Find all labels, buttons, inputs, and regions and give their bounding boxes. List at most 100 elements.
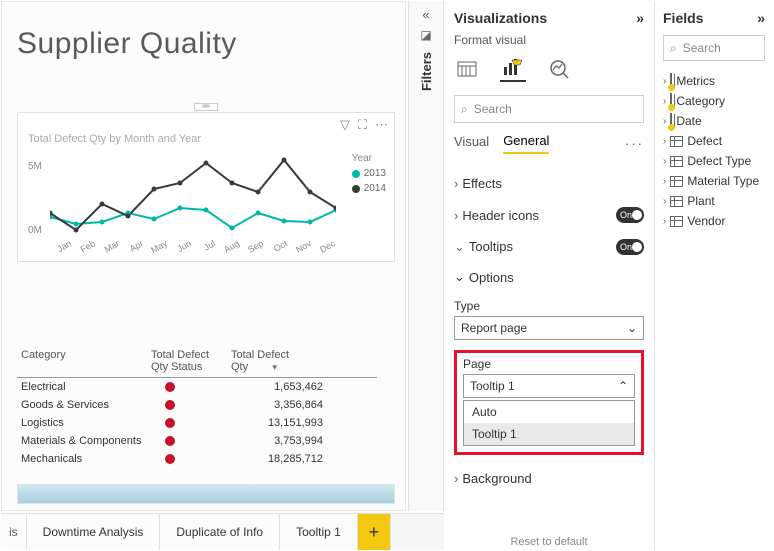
- x-tick: Jan: [49, 238, 73, 258]
- chart-legend: Year 2013 2014: [352, 153, 386, 198]
- format-visual-label: Format visual: [454, 33, 644, 47]
- status-dot-icon: [165, 400, 175, 410]
- page-label: Page: [463, 357, 635, 371]
- chevron-right-icon: ›: [663, 136, 666, 147]
- x-tick: Jul: [193, 238, 217, 258]
- search-icon: ⌕: [461, 102, 468, 117]
- legend-item[interactable]: 2013: [352, 168, 386, 179]
- page-tabs: is Downtime Analysis Duplicate of Info T…: [1, 513, 481, 550]
- chevron-right-icon: ›: [663, 116, 666, 127]
- chevron-down-icon: ⌄: [454, 269, 465, 285]
- table-icon: [670, 216, 683, 227]
- effects-group[interactable]: ›Effects: [454, 168, 644, 199]
- tooltips-group[interactable]: ⌄Tooltips On: [454, 231, 644, 263]
- table-row[interactable]: Materials & Components3,753,994: [17, 432, 377, 450]
- column-header-qty[interactable]: Total DefectQty▾: [227, 347, 327, 377]
- table-icon: [670, 176, 683, 187]
- page-title: Supplier Quality: [2, 2, 405, 61]
- column-header-category[interactable]: Category: [17, 347, 147, 377]
- series-2014-line: [50, 160, 336, 230]
- filter-icon[interactable]: ▽: [340, 117, 350, 133]
- table-icon: [670, 156, 683, 167]
- chevron-right-icon: ›: [663, 96, 666, 107]
- add-page-button[interactable]: +: [358, 514, 391, 550]
- visual-drag-handle[interactable]: ═: [194, 103, 218, 111]
- legend-item[interactable]: 2014: [352, 183, 386, 194]
- table-icon: [670, 196, 683, 207]
- collapse-fields-icon[interactable]: »: [757, 10, 765, 26]
- page-tab[interactable]: Tooltip 1: [280, 514, 358, 550]
- chevron-right-icon: ›: [663, 196, 666, 207]
- visualizations-panel: Visualizations » Format visual ⌕ Search …: [444, 1, 655, 550]
- more-options-icon[interactable]: ···: [625, 136, 644, 151]
- chevron-right-icon: ›: [454, 176, 458, 191]
- search-icon: ⌕: [670, 41, 677, 56]
- table-row[interactable]: Mechanicals18,285,712: [17, 450, 377, 468]
- filters-panel-collapsed[interactable]: « ◪ Filters: [408, 1, 444, 511]
- header-icons-group[interactable]: ›Header icons On: [454, 199, 644, 231]
- fields-search-input[interactable]: ⌕ Search: [663, 35, 765, 61]
- more-options-icon[interactable]: ⋯: [375, 117, 388, 133]
- format-search-input[interactable]: ⌕ Search: [454, 95, 644, 123]
- focus-mode-icon[interactable]: ⛶: [358, 117, 367, 133]
- background-group[interactable]: ›Background: [454, 463, 644, 494]
- chevron-right-icon: ›: [663, 216, 666, 227]
- chevron-right-icon: ›: [454, 471, 458, 486]
- dropdown-option-tooltip1[interactable]: Tooltip 1: [464, 423, 634, 445]
- table-row[interactable]: Electrical1,653,462: [17, 378, 377, 396]
- page-tab[interactable]: Downtime Analysis: [27, 514, 161, 550]
- page-dropdown-highlight: Page Tooltip 1⌃ Auto Tooltip 1: [454, 350, 644, 455]
- tooltip-page-options-list: Auto Tooltip 1: [463, 400, 635, 446]
- column-header-status[interactable]: Total DefectQty Status: [147, 347, 227, 377]
- field-table-metrics[interactable]: ›Metrics: [663, 71, 765, 91]
- table-visual[interactable]: Category Total DefectQty Status Total De…: [17, 347, 377, 468]
- x-tick: Mar: [97, 238, 121, 258]
- page-tab[interactable]: is: [1, 514, 27, 550]
- expand-filters-icon[interactable]: «: [409, 7, 443, 22]
- table-row[interactable]: Logistics13,151,993: [17, 414, 377, 432]
- status-dot-icon: [165, 454, 175, 464]
- header-icons-toggle[interactable]: On: [616, 207, 644, 223]
- table-row[interactable]: Goods & Services3,356,864: [17, 396, 377, 414]
- field-table-defect[interactable]: ›Defect: [663, 131, 765, 151]
- field-table-material-type[interactable]: ›Material Type: [663, 171, 765, 191]
- fields-panel: Fields » ⌕ Search ›Metrics ›Category ›Da…: [655, 1, 773, 550]
- report-canvas[interactable]: Supplier Quality ═ ▽ ⛶ ⋯ Total Defect Qt…: [1, 1, 406, 511]
- table-icon: [670, 136, 683, 147]
- tooltip-page-dropdown[interactable]: Tooltip 1⌃: [463, 374, 635, 398]
- type-label: Type: [454, 299, 644, 313]
- x-tick: May: [145, 238, 169, 258]
- x-tick: Jun: [169, 238, 193, 258]
- field-table-vendor[interactable]: ›Vendor: [663, 211, 765, 231]
- field-table-plant[interactable]: ›Plant: [663, 191, 765, 211]
- chevron-up-icon: ⌃: [618, 379, 628, 393]
- build-visual-tab[interactable]: [454, 56, 480, 82]
- sub-tab-general[interactable]: General: [503, 133, 549, 154]
- x-tick: Aug: [217, 238, 241, 258]
- chevron-right-icon: ›: [663, 156, 666, 167]
- analytics-tab[interactable]: [546, 56, 572, 82]
- collapse-viz-icon[interactable]: »: [636, 10, 644, 26]
- tooltip-options-group[interactable]: ⌄Options: [454, 263, 644, 293]
- field-table-category[interactable]: ›Category: [663, 91, 765, 111]
- filters-icon: ◪: [409, 28, 443, 42]
- y-tick: 5M: [28, 161, 42, 172]
- y-tick: 0M: [28, 225, 42, 236]
- x-tick: Dec: [313, 238, 337, 258]
- dropdown-option-auto[interactable]: Auto: [464, 401, 634, 423]
- field-table-defect-type[interactable]: ›Defect Type: [663, 151, 765, 171]
- series-2013-line: [50, 208, 336, 228]
- x-tick: Nov: [289, 238, 313, 258]
- line-chart-visual[interactable]: ═ ▽ ⛶ ⋯ Total Defect Qty by Month and Ye…: [17, 112, 395, 262]
- map-visual[interactable]: [17, 484, 395, 504]
- tooltips-toggle[interactable]: On: [616, 239, 644, 255]
- reset-to-default-button[interactable]: Reset to default: [510, 536, 587, 548]
- field-table-date[interactable]: ›Date: [663, 111, 765, 131]
- page-tab[interactable]: Duplicate of Info: [160, 514, 280, 550]
- sub-tab-visual[interactable]: Visual: [454, 134, 489, 153]
- tooltip-type-dropdown[interactable]: Report page⌄: [454, 316, 644, 340]
- chevron-down-icon: ⌄: [627, 321, 637, 335]
- filters-label: Filters: [419, 52, 434, 91]
- format-visual-tab[interactable]: [500, 56, 526, 82]
- visualizations-title: Visualizations: [454, 10, 547, 26]
